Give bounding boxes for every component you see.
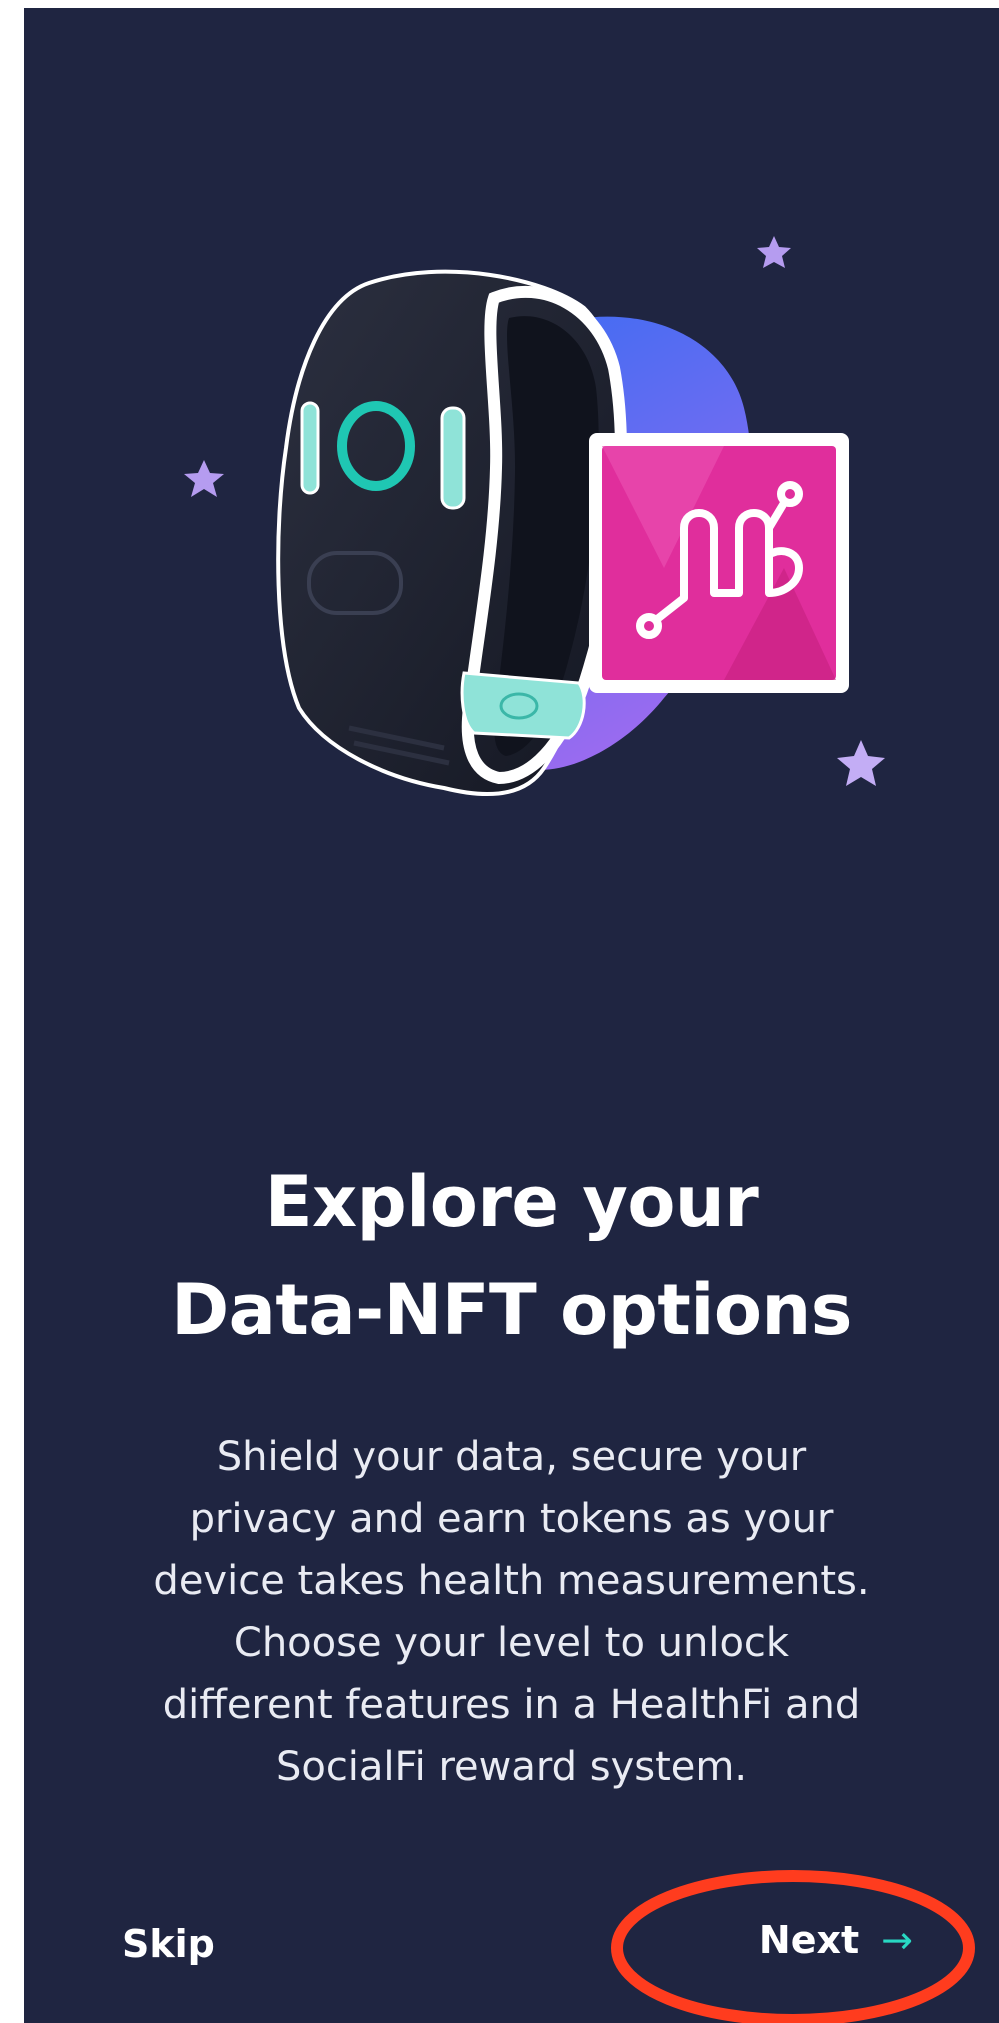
description-line: privacy and earn tokens as your — [189, 1496, 834, 1542]
star-icon — [184, 460, 224, 497]
onboarding-footer: Skip Next → — [24, 1908, 999, 1988]
description-line: Choose your level to unlock — [233, 1620, 790, 1666]
description-line: SocialFi reward system. — [275, 1744, 748, 1790]
star-icon — [837, 740, 885, 786]
onboarding-screen: Explore your Data-NFT options Shield you… — [24, 8, 999, 2023]
skip-button[interactable]: Skip — [122, 1922, 215, 1966]
onboarding-description: Shield your data, secure your privacy an… — [104, 1426, 919, 1798]
star-icon — [757, 236, 791, 268]
next-button[interactable]: Next → — [759, 1918, 913, 1962]
health-band-nft-illustration — [184, 236, 885, 796]
description-line: Shield your data, secure your — [216, 1434, 807, 1480]
description-line: device takes health measurements. — [153, 1558, 870, 1604]
onboarding-title: Explore your Data-NFT options — [24, 1148, 999, 1364]
arrow-right-icon: → — [881, 1918, 913, 1962]
next-button-label: Next — [758, 1918, 860, 1962]
title-line: Explore your — [264, 1161, 759, 1243]
title-line: Data-NFT options — [171, 1269, 852, 1351]
description-line: different features in a HealthFi and — [162, 1682, 861, 1728]
